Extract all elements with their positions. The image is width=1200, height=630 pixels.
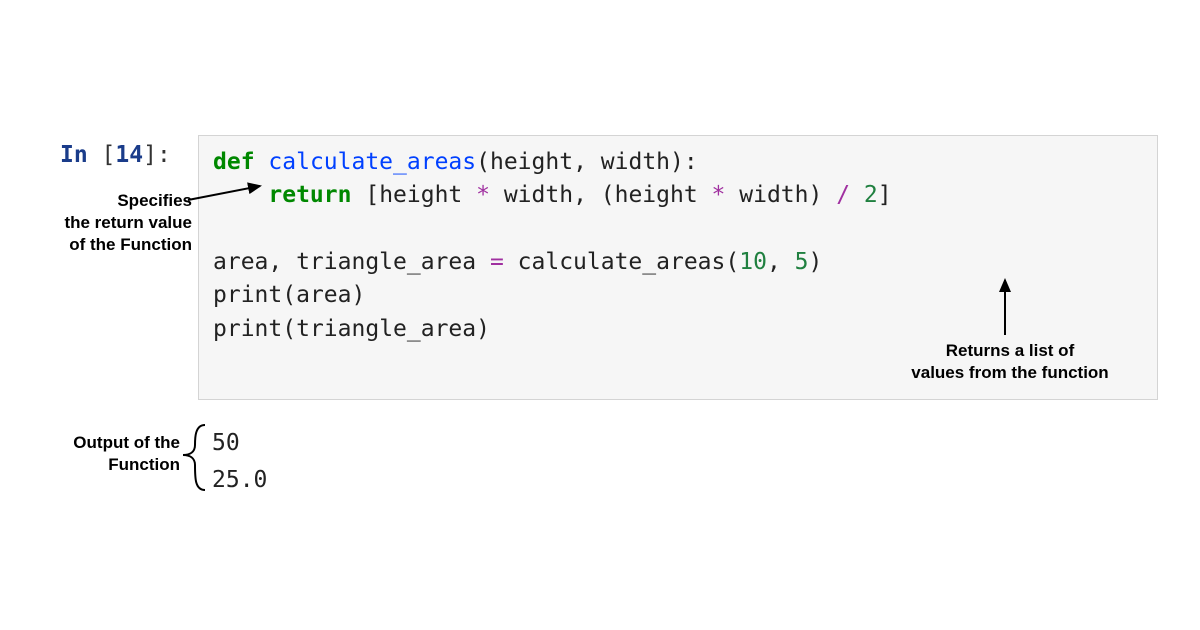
paren-open: ( [476,149,490,175]
space [850,182,864,208]
prompt-in: In [60,142,88,168]
arg-ten: 10 [739,249,767,275]
annotation-text: values from the function [911,363,1108,382]
output-line-2: 25.0 [212,467,267,493]
comma: , [767,249,795,275]
comma: , [573,149,601,175]
call-open: ( [725,249,739,275]
param-height: height [490,149,573,175]
annotation-list-return: Returns a list of values from the functi… [860,340,1160,384]
expr-part: width) [725,182,836,208]
call-close: ) [809,249,823,275]
operator-mul: * [476,182,490,208]
keyword-return: return [268,182,351,208]
prompt-colon: : [157,142,171,168]
param-width: width [601,149,670,175]
operator-div: / [836,182,850,208]
print-arg: triangle_area [296,316,476,342]
print-call: print [213,282,282,308]
number-two: 2 [864,182,878,208]
cell-output: 50 25.0 [212,425,267,499]
operator-mul: * [712,182,726,208]
list-open: [ [351,182,379,208]
colon: : [684,149,698,175]
annotation-text: Returns a list of [946,341,1074,360]
assign-lhs: area, triangle_area [213,249,490,275]
paren-close: ) [352,282,366,308]
assign-rhs-fn: calculate_areas [504,249,726,275]
annotation-text: Specifies [117,191,192,210]
print-call: print [213,316,282,342]
cell-prompt: In [14]: [60,142,171,168]
paren-open: ( [282,316,296,342]
annotation-text: Function [108,455,180,474]
brace-icon [183,425,205,490]
annotation-text: Output of the [73,433,180,452]
expr-part: height [379,182,476,208]
expr-part: width, (height [490,182,712,208]
arg-five: 5 [795,249,809,275]
function-name: calculate_areas [268,149,476,175]
annotation-text: of the Function [69,235,192,254]
paren-open: ( [282,282,296,308]
print-arg: area [296,282,351,308]
paren-close: ) [670,149,684,175]
paren-close: ) [476,316,490,342]
output-line-1: 50 [212,430,240,456]
prompt-number: 14 [115,142,143,168]
operator-eq: = [490,249,504,275]
annotation-text: the return value [64,213,192,232]
annotation-return-value: Specifies the return value of the Functi… [2,190,192,256]
list-close: ] [878,182,892,208]
annotation-output: Output of the Function [30,432,180,476]
keyword-def: def [213,149,255,175]
